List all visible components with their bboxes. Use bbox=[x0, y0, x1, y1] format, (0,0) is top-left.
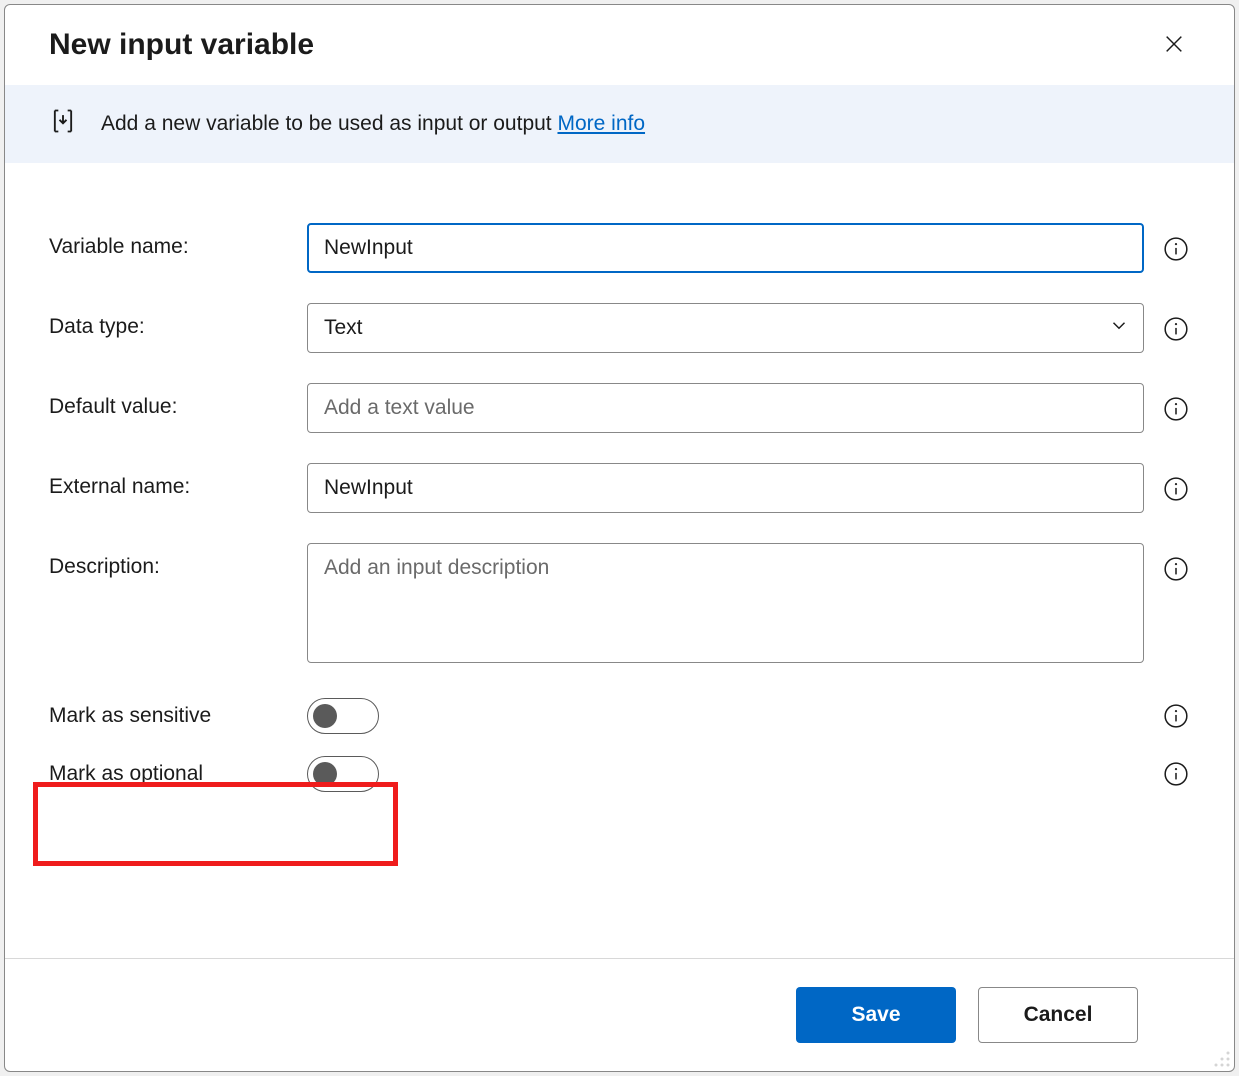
external-name-row: External name: bbox=[49, 463, 1190, 513]
mark-sensitive-row: Mark as sensitive bbox=[49, 698, 1190, 734]
mark-optional-row: Mark as optional bbox=[49, 756, 1190, 792]
resize-grip-icon bbox=[1213, 1050, 1231, 1068]
toggle-knob bbox=[313, 704, 337, 728]
data-type-select[interactable]: Text bbox=[307, 303, 1144, 353]
default-value-input[interactable] bbox=[307, 383, 1144, 433]
description-row: Description: bbox=[49, 543, 1190, 668]
external-name-info[interactable] bbox=[1162, 475, 1190, 503]
external-name-label: External name: bbox=[49, 463, 289, 499]
external-name-input[interactable] bbox=[307, 463, 1144, 513]
data-type-info[interactable] bbox=[1162, 315, 1190, 343]
cancel-button[interactable]: Cancel bbox=[978, 987, 1138, 1043]
mark-sensitive-label: Mark as sensitive bbox=[49, 704, 289, 728]
form-area: Variable name: Data type: Text bbox=[5, 163, 1234, 958]
variable-name-info[interactable] bbox=[1162, 235, 1190, 263]
mark-optional-info[interactable] bbox=[1162, 760, 1190, 788]
info-bar-text: Add a new variable to be used as input o… bbox=[101, 112, 557, 135]
description-input[interactable] bbox=[307, 543, 1144, 663]
description-label: Description: bbox=[49, 543, 289, 579]
default-value-info[interactable] bbox=[1162, 395, 1190, 423]
info-bar: Add a new variable to be used as input o… bbox=[5, 85, 1234, 163]
info-bar-content: Add a new variable to be used as input o… bbox=[101, 112, 645, 136]
data-type-row: Data type: Text bbox=[49, 303, 1190, 353]
mark-optional-toggle[interactable] bbox=[307, 756, 379, 792]
variable-name-label: Variable name: bbox=[49, 223, 289, 259]
close-icon bbox=[1163, 33, 1185, 58]
new-input-variable-dialog: New input variable Add a new variable to… bbox=[4, 4, 1235, 1072]
description-info[interactable] bbox=[1162, 555, 1190, 583]
dialog-footer: Save Cancel bbox=[5, 958, 1234, 1071]
dialog-header: New input variable bbox=[5, 5, 1234, 85]
more-info-link[interactable]: More info bbox=[557, 112, 645, 135]
variable-name-input[interactable] bbox=[307, 223, 1144, 273]
mark-sensitive-toggle[interactable] bbox=[307, 698, 379, 734]
dialog-title: New input variable bbox=[49, 28, 314, 62]
toggle-knob bbox=[313, 762, 337, 786]
default-value-row: Default value: bbox=[49, 383, 1190, 433]
input-variable-icon bbox=[49, 107, 77, 141]
mark-sensitive-info[interactable] bbox=[1162, 702, 1190, 730]
mark-optional-label: Mark as optional bbox=[49, 762, 289, 786]
close-button[interactable] bbox=[1154, 25, 1194, 65]
data-type-label: Data type: bbox=[49, 303, 289, 339]
save-button[interactable]: Save bbox=[796, 987, 956, 1043]
variable-name-row: Variable name: bbox=[49, 223, 1190, 273]
default-value-label: Default value: bbox=[49, 383, 289, 419]
